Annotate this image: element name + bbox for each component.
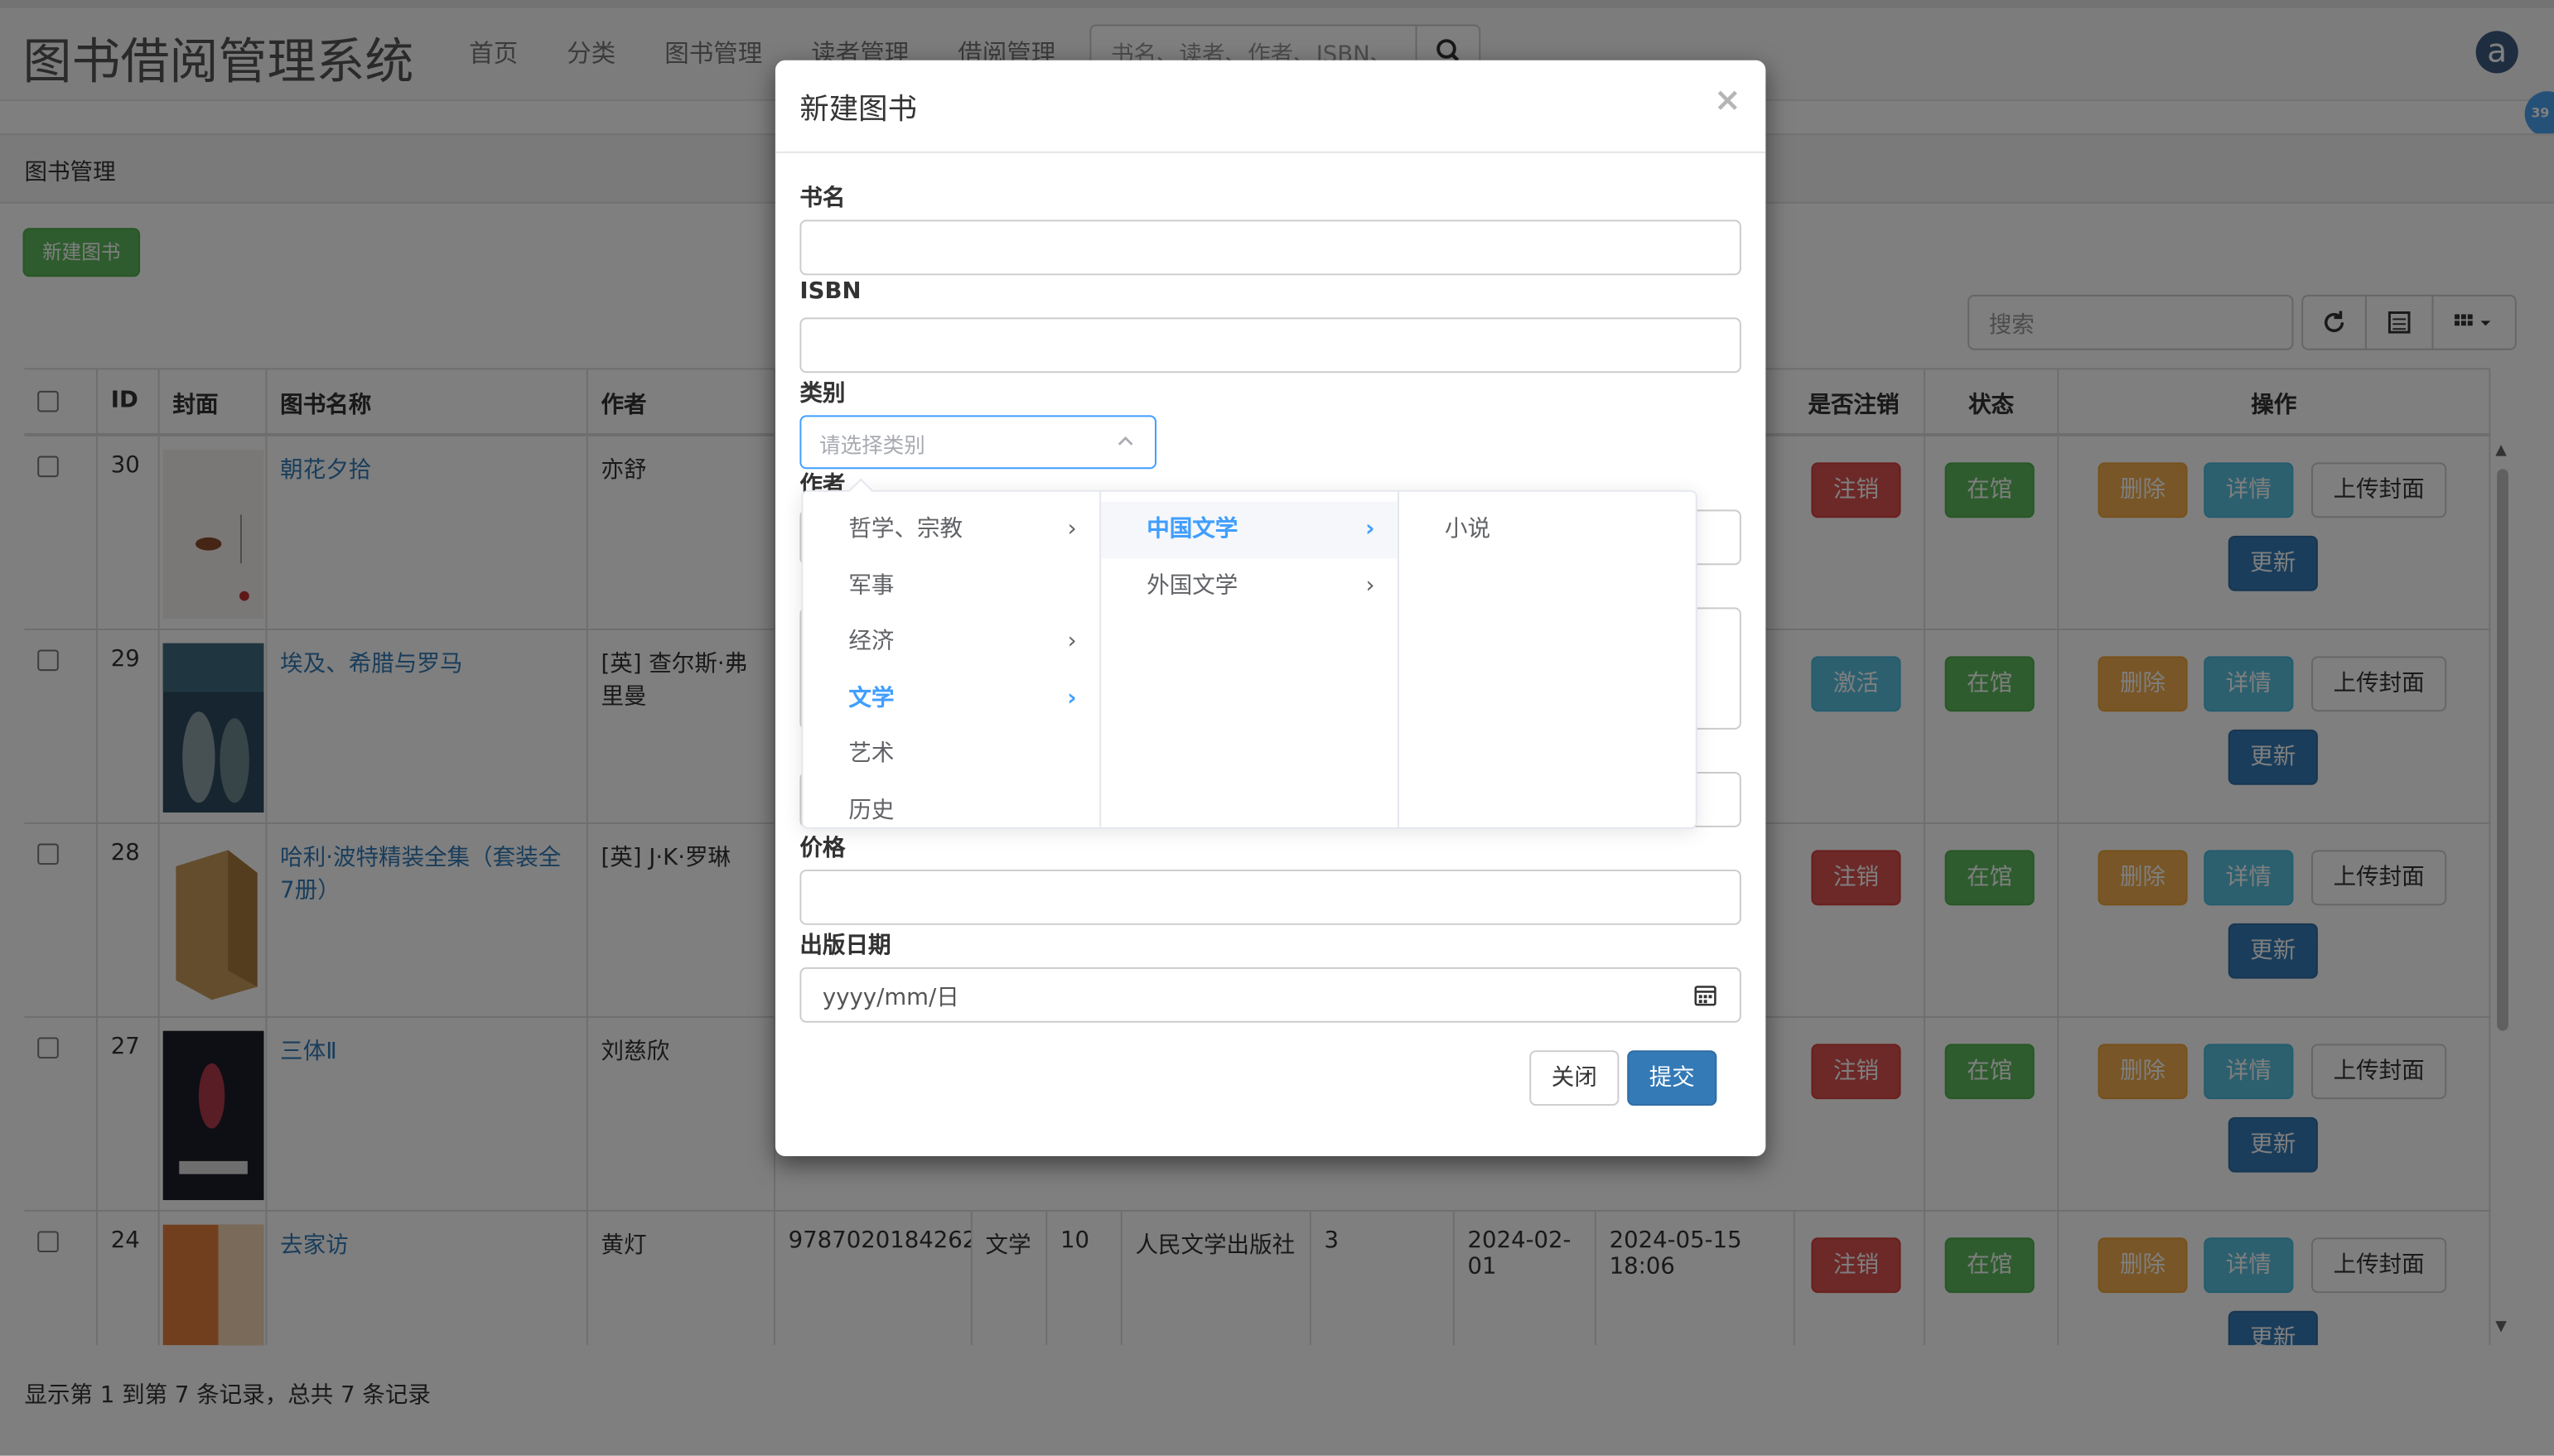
chevron-right-icon: › bbox=[1365, 572, 1375, 599]
pub-date-input[interactable]: yyyy/mm/日 bbox=[799, 967, 1741, 1023]
cascader-item-art[interactable]: 艺术 bbox=[803, 726, 1099, 783]
cascader-item-foreign-lit[interactable]: 外国文学 › bbox=[1101, 557, 1398, 614]
cascader-item-history[interactable]: 历史 bbox=[803, 783, 1099, 827]
label-name: 书名 bbox=[799, 186, 846, 212]
chevron-right-icon: › bbox=[1067, 516, 1077, 542]
category-cascader: 哲学、宗教 › 军事 经济 › 文学 › 艺术 历史 中国文学 › 外国文学 › 小说 bbox=[801, 478, 1697, 829]
date-placeholder: yyyy/mm/日 bbox=[822, 985, 959, 1012]
close-icon[interactable]: × bbox=[1714, 80, 1741, 118]
label-price: 价格 bbox=[799, 835, 846, 862]
modal-close-button[interactable]: 关闭 bbox=[1529, 1050, 1620, 1106]
name-input[interactable] bbox=[799, 219, 1741, 276]
new-book-modal: 新建图书 × 书名 ISBN 类别 请选择类别 作者 价格 出版日期 yyyy/… bbox=[775, 60, 1766, 1157]
cascader-menu-level1: 哲学、宗教 › 军事 经济 › 文学 › 艺术 历史 bbox=[803, 491, 1102, 827]
cascader-item-philosophy[interactable]: 哲学、宗教 › bbox=[803, 502, 1099, 558]
label-pub-date: 出版日期 bbox=[799, 933, 891, 960]
price-input[interactable] bbox=[799, 869, 1741, 925]
cascader-item-literature[interactable]: 文学 › bbox=[803, 670, 1099, 726]
cascader-item-chinese-lit[interactable]: 中国文学 › bbox=[1101, 501, 1398, 558]
isbn-input[interactable] bbox=[799, 317, 1741, 374]
modal-submit-button[interactable]: 提交 bbox=[1627, 1050, 1717, 1106]
calendar-icon[interactable] bbox=[1694, 984, 1717, 1007]
chevron-right-icon: › bbox=[1365, 516, 1375, 542]
cascader-menu-level3: 小说 bbox=[1399, 492, 1697, 827]
cascader-menu-level2: 中国文学 › 外国文学 › bbox=[1101, 491, 1399, 827]
chevron-up-icon bbox=[1118, 436, 1133, 446]
category-select[interactable]: 请选择类别 bbox=[799, 415, 1157, 470]
label-isbn: ISBN bbox=[799, 278, 862, 305]
chevron-right-icon: › bbox=[1067, 684, 1077, 711]
chevron-right-icon: › bbox=[1067, 628, 1077, 655]
modal-header: 新建图书 × bbox=[775, 60, 1766, 153]
page: 图书借阅管理系统 首页 分类 图书管理 读者管理 借阅管理 书名、读者、作者、I… bbox=[0, 0, 2554, 1456]
cascader-item-novel[interactable]: 小说 bbox=[1399, 502, 1697, 558]
modal-title: 新建图书 bbox=[799, 93, 917, 128]
cascader-item-economy[interactable]: 经济 › bbox=[803, 614, 1099, 670]
label-category: 类别 bbox=[799, 381, 846, 407]
cascader-item-military[interactable]: 军事 bbox=[803, 557, 1099, 614]
category-placeholder: 请选择类别 bbox=[818, 434, 925, 460]
